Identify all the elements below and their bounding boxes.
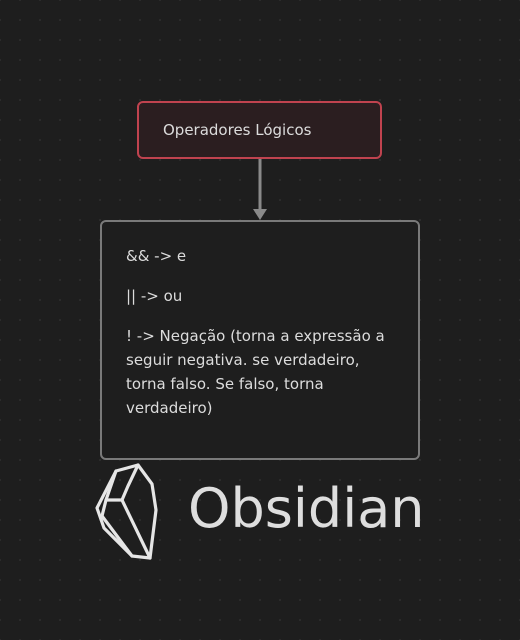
content-line-or: || -> ou	[126, 287, 183, 305]
obsidian-crystal-icon	[95, 463, 158, 560]
edge-arrowhead-icon	[253, 209, 267, 220]
content-line-not: ! -> Negação (torna a expressão a seguir…	[126, 327, 385, 417]
canvas-node-content[interactable]: && -> e || -> ou ! -> Negação (torna a e…	[100, 220, 420, 460]
obsidian-wordmark: Obsidian	[188, 477, 425, 540]
canvas[interactable]: Operadores Lógicos && -> e || -> ou ! ->…	[0, 0, 520, 640]
obsidian-logo: Obsidian	[94, 462, 425, 564]
content-line-and: && -> e	[126, 247, 187, 265]
